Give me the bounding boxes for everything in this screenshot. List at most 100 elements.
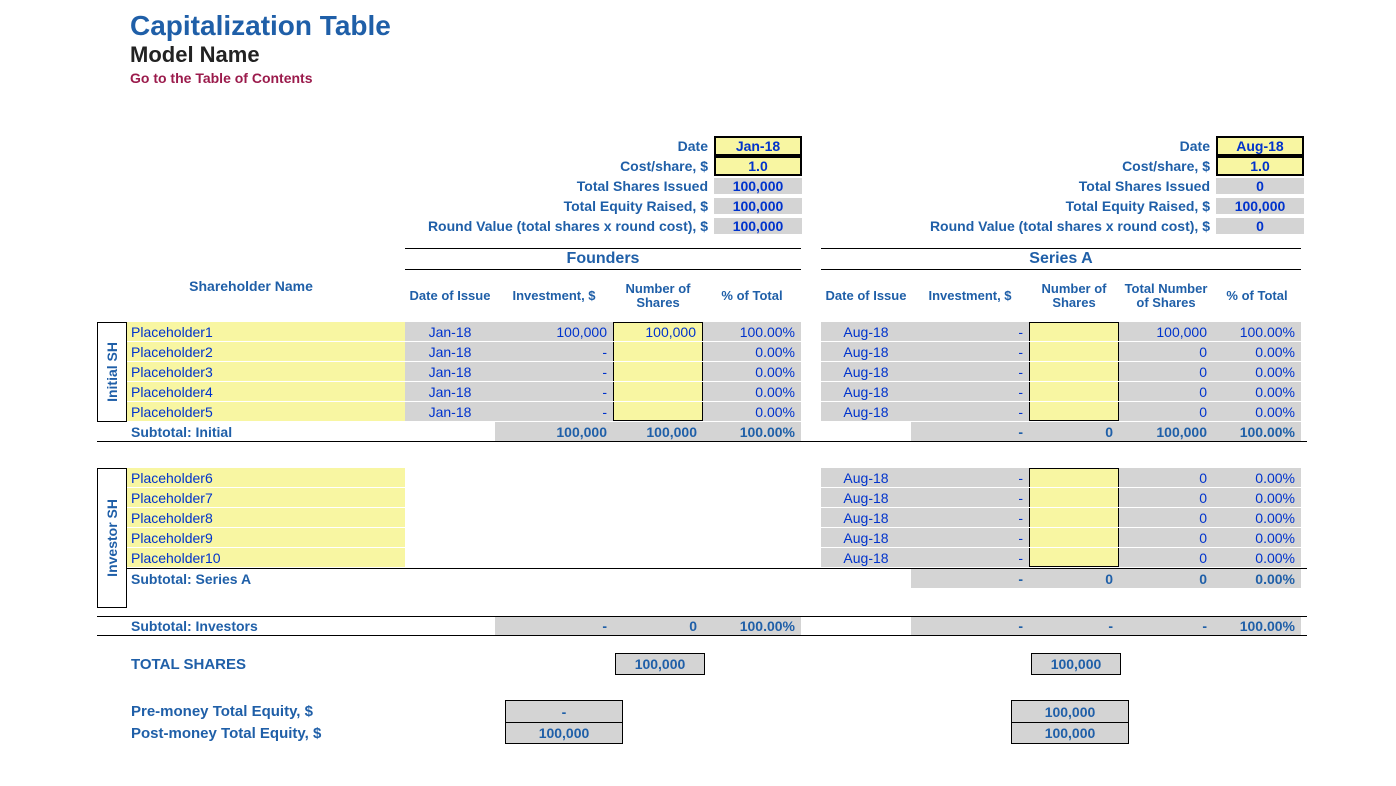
f-investment-cell	[495, 548, 613, 567]
f-investment-cell	[495, 468, 613, 487]
a-date-cell: Aug-18	[821, 322, 911, 341]
f-num-shares-cell	[613, 528, 703, 547]
a-num-shares-cell[interactable]	[1029, 362, 1119, 381]
f-date-cell	[405, 528, 495, 547]
label-round-value-a: Round Value (total shares x round cost),…	[864, 218, 1216, 234]
a-pct-cell: 0.00%	[1213, 548, 1301, 567]
f-investment-cell: -	[495, 402, 613, 421]
table-row: Placeholder10 Aug-18 - 0 0.00%	[127, 548, 1307, 568]
f-pct-cell	[703, 468, 801, 487]
seriesa-round-summary: DateAug-18 Cost/share, $1.0 Total Shares…	[864, 136, 1304, 236]
f-num-shares-cell[interactable]: 100,000	[613, 322, 703, 341]
a-date-cell: Aug-18	[821, 508, 911, 527]
a-num-shares-cell[interactable]	[1029, 468, 1119, 487]
investor-sh-label: Investor SH	[97, 468, 127, 608]
a-num-shares-cell[interactable]	[1029, 488, 1119, 507]
f-pct-cell	[703, 548, 801, 567]
a-total-shares-cell: 0	[1119, 342, 1213, 361]
f-pct-cell: 0.00%	[703, 342, 801, 361]
subtotal-seriesa-a-tot: 0	[1119, 569, 1213, 588]
subtotal-seriesa-a-pct: 0.00%	[1213, 569, 1301, 588]
shareholder-name-cell[interactable]: Placeholder9	[127, 528, 405, 547]
f-date-cell: Jan-18	[405, 342, 495, 361]
col-num-shares-f: Number of Shares	[613, 272, 703, 320]
subtotal-initial-a-pct: 100.00%	[1213, 422, 1301, 441]
table-row: Placeholder7 Aug-18 - 0 0.00%	[127, 488, 1307, 508]
founders-round-value: 100,000	[714, 218, 802, 234]
label-date-a: Date	[864, 138, 1216, 154]
shareholder-name-cell[interactable]: Placeholder10	[127, 548, 405, 567]
a-total-shares-cell: 0	[1119, 402, 1213, 421]
subtotal-initial-a-tot: 100,000	[1119, 422, 1213, 441]
shareholder-name-cell[interactable]: Placeholder7	[127, 488, 405, 507]
a-date-cell: Aug-18	[821, 362, 911, 381]
subtotal-investors-a-inv: -	[911, 617, 1029, 635]
f-pct-cell	[703, 528, 801, 547]
a-investment-cell: -	[911, 528, 1029, 547]
table-row: Placeholder4 Jan-18 - 0.00% Aug-18 - 0 0…	[127, 382, 1307, 402]
table-row: Placeholder3 Jan-18 - 0.00% Aug-18 - 0 0…	[127, 362, 1307, 382]
subtotal-initial-a-num: 0	[1029, 422, 1119, 441]
a-num-shares-cell[interactable]	[1029, 528, 1119, 547]
shareholder-name-cell[interactable]: Placeholder4	[127, 382, 405, 401]
a-date-cell: Aug-18	[821, 402, 911, 421]
a-total-shares-cell: 0	[1119, 382, 1213, 401]
a-date-cell: Aug-18	[821, 468, 911, 487]
a-investment-cell: -	[911, 488, 1029, 507]
subtotal-initial-f-inv: 100,000	[495, 422, 613, 441]
shareholder-name-cell[interactable]: Placeholder8	[127, 508, 405, 527]
a-num-shares-cell[interactable]	[1029, 508, 1119, 527]
shareholder-name-cell[interactable]: Placeholder2	[127, 342, 405, 361]
post-money-a: 100,000	[1011, 722, 1129, 744]
f-num-shares-cell[interactable]	[613, 342, 703, 361]
founders-round-summary: DateJan-18 Cost/share, $1.0 Total Shares…	[382, 136, 802, 236]
col-date-issue-a: Date of Issue	[821, 272, 911, 320]
a-num-shares-cell[interactable]	[1029, 342, 1119, 361]
f-num-shares-cell	[613, 468, 703, 487]
table-row: Placeholder8 Aug-18 - 0 0.00%	[127, 508, 1307, 528]
col-total-num-shares-a: Total Number of Shares	[1119, 272, 1213, 320]
f-num-shares-cell	[613, 488, 703, 507]
col-pct-total-a: % of Total	[1213, 272, 1301, 320]
a-num-shares-cell[interactable]	[1029, 402, 1119, 421]
a-num-shares-cell[interactable]	[1029, 322, 1119, 341]
subtotal-investors-f-pct: 100.00%	[703, 617, 801, 635]
f-investment-cell: -	[495, 382, 613, 401]
seriesa-cost[interactable]: 1.0	[1216, 156, 1304, 176]
subtotal-investors-label: Subtotal: Investors	[127, 617, 405, 635]
f-date-cell	[405, 548, 495, 567]
a-num-shares-cell[interactable]	[1029, 382, 1119, 401]
pre-money-a: 100,000	[1011, 700, 1129, 722]
f-pct-cell: 0.00%	[703, 402, 801, 421]
shareholder-name-cell[interactable]: Placeholder1	[127, 322, 405, 341]
a-date-cell: Aug-18	[821, 488, 911, 507]
shareholder-name-cell[interactable]: Placeholder5	[127, 402, 405, 421]
subtotal-investors-a-tot: -	[1119, 617, 1213, 635]
a-total-shares-cell: 100,000	[1119, 322, 1213, 341]
founders-equity-raised: 100,000	[714, 198, 802, 214]
a-pct-cell: 0.00%	[1213, 508, 1301, 527]
col-pct-total-f: % of Total	[703, 272, 801, 320]
f-pct-cell: 0.00%	[703, 362, 801, 381]
seriesa-date[interactable]: Aug-18	[1216, 136, 1304, 156]
a-date-cell: Aug-18	[821, 342, 911, 361]
founders-cost[interactable]: 1.0	[714, 156, 802, 176]
founders-date[interactable]: Jan-18	[714, 136, 802, 156]
f-num-shares-cell[interactable]	[613, 362, 703, 381]
table-row: Placeholder6 Aug-18 - 0 0.00%	[127, 468, 1307, 488]
shareholder-name-cell[interactable]: Placeholder6	[127, 468, 405, 487]
a-num-shares-cell[interactable]	[1029, 548, 1119, 567]
f-num-shares-cell[interactable]	[613, 402, 703, 421]
f-date-cell	[405, 488, 495, 507]
f-investment-cell	[495, 488, 613, 507]
f-pct-cell	[703, 508, 801, 527]
seriesa-shares-issued: 0	[1216, 178, 1304, 194]
subtotal-initial-f-num: 100,000	[613, 422, 703, 441]
toc-link[interactable]: Go to the Table of Contents	[130, 70, 1396, 86]
shareholder-name-cell[interactable]: Placeholder3	[127, 362, 405, 381]
subtotal-seriesa-label: Subtotal: Series A	[127, 569, 405, 588]
f-date-cell: Jan-18	[405, 362, 495, 381]
col-shareholder-name: Shareholder Name	[97, 272, 405, 320]
total-shares-a: 100,000	[1031, 653, 1121, 675]
f-num-shares-cell[interactable]	[613, 382, 703, 401]
